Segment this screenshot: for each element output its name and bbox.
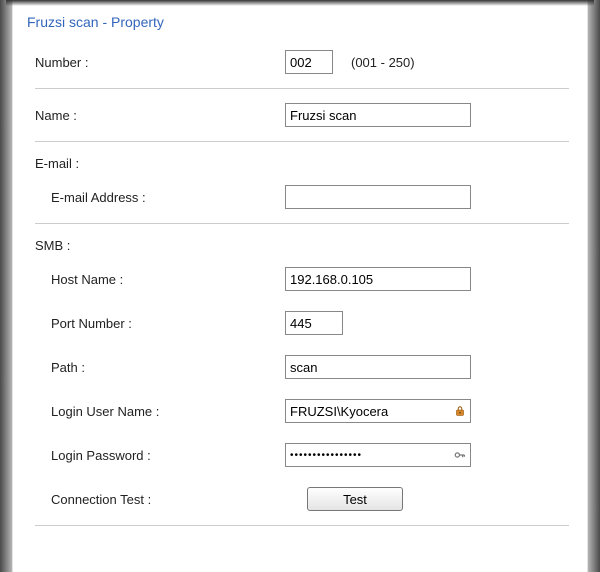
row-host-name: Host Name : [27,257,573,301]
input-path[interactable] [285,355,471,379]
divider [35,525,569,526]
label-host-name: Host Name : [51,272,285,287]
row-connection-test: Connection Test : Test [27,477,573,521]
row-login-user: Login User Name : [27,389,573,433]
row-name: Name : [27,93,573,137]
page-title: Fruzsi scan - Property [27,8,573,40]
label-email-address: E-mail Address : [51,190,285,205]
credential-icon [453,404,467,418]
key-icon [453,448,467,462]
input-email-address[interactable] [285,185,471,209]
test-button[interactable]: Test [307,487,403,511]
input-name[interactable] [285,103,471,127]
row-port-number: Port Number : [27,301,573,345]
row-email-address: E-mail Address : [27,175,573,219]
row-number: Number : (001 - 250) [27,40,573,84]
label-number: Number : [35,55,285,70]
section-email: E-mail : [27,146,573,175]
hint-number: (001 - 250) [351,55,415,70]
row-path: Path : [27,345,573,389]
section-smb: SMB : [27,228,573,257]
label-name: Name : [35,108,285,123]
label-login-password: Login Password : [51,448,285,463]
input-host-name[interactable] [285,267,471,291]
row-login-password: Login Password : [27,433,573,477]
label-path: Path : [51,360,285,375]
input-number[interactable] [285,50,333,74]
divider [35,223,569,224]
input-login-user[interactable] [285,399,471,423]
label-port-number: Port Number : [51,316,285,331]
label-login-user: Login User Name : [51,404,285,419]
property-panel: Fruzsi scan - Property Number : (001 - 2… [12,0,588,572]
input-port-number[interactable] [285,311,343,335]
label-connection-test: Connection Test : [51,492,307,507]
divider [35,88,569,89]
input-login-password[interactable] [285,443,471,467]
divider [35,141,569,142]
